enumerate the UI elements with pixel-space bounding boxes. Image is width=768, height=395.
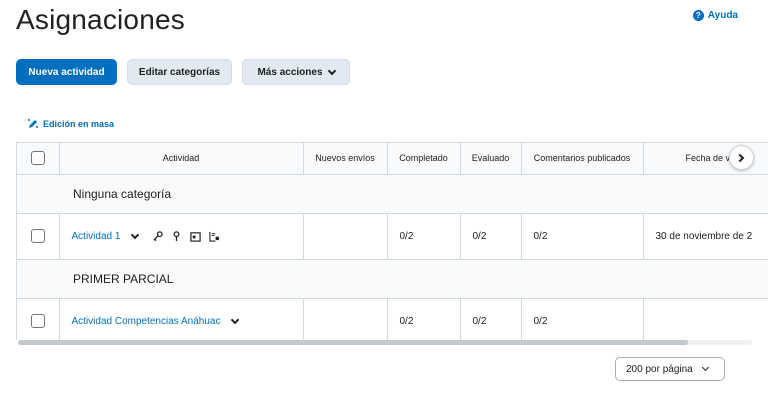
- row-checkbox[interactable]: [30, 314, 45, 328]
- category-row: PRIMER PARCIAL: [17, 259, 768, 299]
- bulk-edit-icon: [28, 119, 38, 128]
- due-date-cell: [643, 298, 768, 340]
- pin-icon: [173, 230, 180, 241]
- help-icon: ?: [692, 10, 704, 21]
- per-page-value: 200 por página: [626, 363, 693, 375]
- select-all-cell: [17, 143, 60, 175]
- chevron-down-icon[interactable]: [131, 230, 140, 239]
- calendar-icon: [190, 231, 202, 242]
- activity-cell: Actividad Competencias Anáhuac: [59, 298, 304, 340]
- new-submissions-cell: [303, 213, 388, 260]
- select-all-checkbox[interactable]: [30, 151, 45, 166]
- feedback-published-cell[interactable]: 0/2: [521, 213, 644, 260]
- help-link[interactable]: ? Ayuda: [692, 10, 738, 21]
- assignments-table: Actividad Nuevos envíos Completado Evalu…: [16, 142, 768, 340]
- category-label: Ninguna categoría: [59, 174, 768, 214]
- column-header-evaluated[interactable]: Evaluado: [460, 143, 522, 175]
- chevron-down-icon[interactable]: [231, 315, 240, 324]
- user-rule-icon: [209, 231, 220, 242]
- more-actions-button[interactable]: Más acciones: [242, 59, 350, 85]
- completed-cell[interactable]: 0/2: [387, 298, 461, 340]
- key-icon: [153, 230, 164, 241]
- feedback-published-cell[interactable]: 0/2: [521, 298, 644, 340]
- horizontal-scrollbar-thumb[interactable]: [18, 340, 688, 345]
- activity-cell: Actividad 1: [59, 213, 304, 260]
- bulk-edit-label: Edición en masa: [43, 119, 115, 129]
- row-checkbox[interactable]: [30, 229, 45, 243]
- edit-categories-button[interactable]: Editar categorías: [127, 59, 232, 85]
- completed-cell[interactable]: 0/2: [387, 213, 461, 260]
- column-header-activity[interactable]: Actividad: [59, 143, 304, 175]
- due-date-cell: 30 de noviembre de 2: [643, 213, 768, 260]
- column-header-feedback-published[interactable]: Comentarios publicados: [521, 143, 644, 175]
- bulk-edit-link[interactable]: Edición en masa: [27, 118, 114, 130]
- more-actions-label: Más acciones: [257, 66, 323, 78]
- activity-link[interactable]: Actividad 1: [72, 231, 121, 242]
- new-submissions-cell: [303, 298, 388, 340]
- table-header-row: Actividad Nuevos envíos Completado Evalu…: [17, 143, 768, 175]
- help-label: Ayuda: [707, 10, 738, 21]
- evaluated-cell[interactable]: 0/2: [460, 298, 522, 340]
- scroll-right-button[interactable]: [729, 145, 754, 170]
- chevron-down-icon: [327, 66, 336, 75]
- new-activity-button[interactable]: Nueva actividad: [16, 59, 117, 85]
- per-page-select[interactable]: 200 por página: [615, 357, 725, 381]
- table-row: Actividad Competencias Anáhuac 0/2 0/2 0…: [17, 298, 768, 340]
- table-row: Actividad 1 0/2 0/2 0/2 30 de noviembre: [17, 213, 768, 260]
- column-header-completed[interactable]: Completado: [387, 143, 461, 175]
- page-title: Asignaciones: [16, 4, 185, 35]
- activity-link[interactable]: Actividad Competencias Anáhuac: [72, 316, 221, 327]
- category-row: Ninguna categoría: [17, 174, 768, 214]
- column-header-new-submissions[interactable]: Nuevos envíos: [303, 143, 388, 175]
- evaluated-cell[interactable]: 0/2: [460, 213, 522, 260]
- category-label: PRIMER PARCIAL: [59, 259, 768, 299]
- chevron-right-icon: [735, 153, 745, 162]
- chevron-down-icon: [701, 363, 709, 372]
